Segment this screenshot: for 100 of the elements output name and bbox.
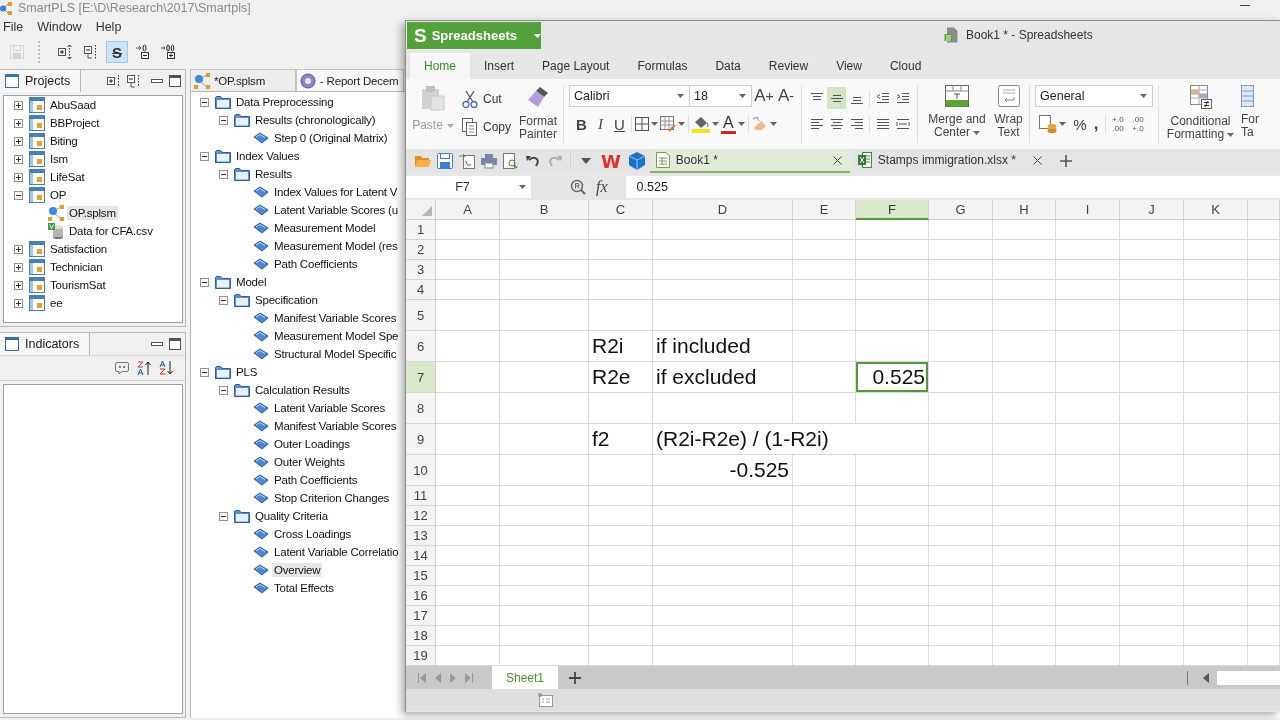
sheet-cell[interactable] [856, 220, 929, 240]
sheet-cell[interactable] [793, 506, 856, 526]
menu-item[interactable]: Help [95, 20, 122, 34]
sheet-cell[interactable] [589, 220, 653, 240]
sheet-cell[interactable] [1248, 486, 1280, 506]
sheet-cell[interactable] [653, 280, 793, 300]
sheet-cell[interactable] [1120, 362, 1184, 393]
sheet-cell[interactable] [500, 424, 589, 455]
sheet-cell[interactable] [929, 506, 993, 526]
sheet-cell[interactable] [589, 526, 653, 546]
sheet-cell[interactable] [436, 424, 500, 455]
sheet-cell[interactable] [500, 486, 589, 506]
sheet-cell[interactable] [793, 393, 856, 424]
tree-item[interactable]: ee [48, 296, 65, 310]
sheet-cell[interactable] [993, 526, 1056, 546]
sheet-cell[interactable] [1248, 506, 1280, 526]
sort-up-icon[interactable] [137, 360, 151, 376]
ribbon-tab[interactable]: Review [754, 53, 823, 79]
tree-item[interactable]: Technician [48, 260, 105, 274]
sheet-cell[interactable] [1120, 220, 1184, 240]
tree-item[interactable]: Calculation Results [253, 383, 352, 397]
magnifier-icon[interactable] [570, 178, 586, 195]
tree-item[interactable]: Latent Variable Scores [272, 401, 388, 415]
row-header[interactable]: 17 [406, 606, 436, 626]
sheet-cell[interactable] [500, 546, 589, 566]
sheet-cell[interactable] [993, 300, 1056, 331]
ribbon-tab[interactable]: Page Layout [528, 53, 624, 79]
row-header[interactable]: 14 [406, 546, 436, 566]
sheet-cell[interactable] [500, 606, 589, 626]
row-header[interactable]: 15 [406, 566, 436, 586]
percent-button[interactable]: % [1071, 113, 1089, 135]
row-header[interactable]: 6 [406, 331, 436, 362]
expand-icon[interactable] [14, 172, 23, 182]
italic-button[interactable]: I [591, 113, 610, 135]
sheet-cell[interactable] [929, 362, 993, 393]
tree-item[interactable]: Ism [48, 152, 70, 166]
sheet-cell[interactable] [500, 626, 589, 646]
sheet-cell[interactable] [1184, 486, 1248, 506]
tree-item[interactable]: Step 0 (Original Matrix) [272, 131, 390, 145]
sheet-cell[interactable] [1120, 455, 1184, 486]
tree-item[interactable]: OP [48, 188, 69, 202]
document-tab[interactable]: Book1 * [649, 149, 850, 173]
editor-tab[interactable]: *OP.splsm [190, 69, 296, 91]
tree-item[interactable]: Model [234, 275, 269, 289]
sheet-cell[interactable] [929, 546, 993, 566]
sheet-cell[interactable] [1120, 586, 1184, 606]
sheet-cell[interactable] [653, 300, 793, 331]
tree-item[interactable]: Data for CFA.csv [67, 224, 155, 238]
minimize-icon[interactable] [151, 342, 163, 346]
sheet-cell[interactable] [589, 300, 653, 331]
sheet-cell[interactable] [929, 586, 993, 606]
sheet-cell[interactable] [436, 300, 500, 331]
tree-item[interactable]: Index Values for Latent V [272, 185, 400, 199]
sheet-tab[interactable]: Sheet1 [492, 666, 558, 689]
tree-item[interactable]: Path Coefficients [272, 473, 360, 487]
sheet-cell[interactable] [653, 526, 793, 546]
sheet-cell[interactable] [436, 240, 500, 260]
row-header[interactable]: 7 [406, 362, 436, 393]
sheet-cell[interactable] [500, 331, 589, 362]
tree-item[interactable]: Path Coefficients [272, 257, 360, 271]
sheet-cell[interactable] [929, 240, 993, 260]
sheet-cell[interactable] [793, 486, 856, 506]
sheet-cell[interactable] [1120, 240, 1184, 260]
sheet-cell[interactable] [589, 240, 653, 260]
sheet-cell[interactable] [1120, 424, 1184, 455]
underline-button[interactable]: U [610, 113, 629, 135]
column-header[interactable]: E [793, 200, 856, 220]
sheet-cell[interactable] [1184, 586, 1248, 606]
sheet-cell[interactable] [1056, 526, 1120, 546]
strikethrough-button[interactable]: S [106, 41, 128, 63]
font-name-dropdown[interactable]: Calibri [569, 85, 690, 107]
sheet-cell[interactable] [436, 546, 500, 566]
scroll-left-icon[interactable] [1203, 672, 1209, 683]
sheet-cell[interactable] [856, 486, 929, 506]
collapse-icon[interactable] [219, 511, 228, 521]
font-color-button[interactable]: A [720, 113, 746, 135]
sheet-cell[interactable] [929, 486, 993, 506]
sheet-cell[interactable] [1184, 546, 1248, 566]
sheet-cell[interactable] [856, 566, 929, 586]
sheet-cell[interactable] [993, 393, 1056, 424]
column-header[interactable]: D [653, 200, 793, 220]
sheet-cell[interactable] [793, 626, 856, 646]
sheet-cell[interactable] [793, 586, 856, 606]
sheet-cell[interactable] [436, 526, 500, 546]
comma-style-button[interactable]: , [1089, 113, 1103, 135]
tree-item[interactable]: Outer Weights [272, 455, 347, 469]
sheet-cell[interactable]: if included [653, 331, 793, 362]
sheet-cell[interactable] [793, 331, 856, 362]
collapse-icon[interactable] [200, 367, 209, 377]
sheet-cell[interactable] [793, 546, 856, 566]
sheet-cell[interactable] [436, 220, 500, 240]
ribbon-tab[interactable]: View [822, 53, 876, 79]
alignment-button[interactable] [827, 87, 846, 109]
sheet-cell[interactable] [436, 280, 500, 300]
tree-item[interactable]: Biting [48, 134, 80, 148]
sheet-cell[interactable] [993, 486, 1056, 506]
sheet-cell[interactable] [1056, 220, 1120, 240]
sheet-cell[interactable] [793, 260, 856, 280]
sheet-cell[interactable] [500, 455, 589, 486]
row-header[interactable]: 8 [406, 393, 436, 424]
